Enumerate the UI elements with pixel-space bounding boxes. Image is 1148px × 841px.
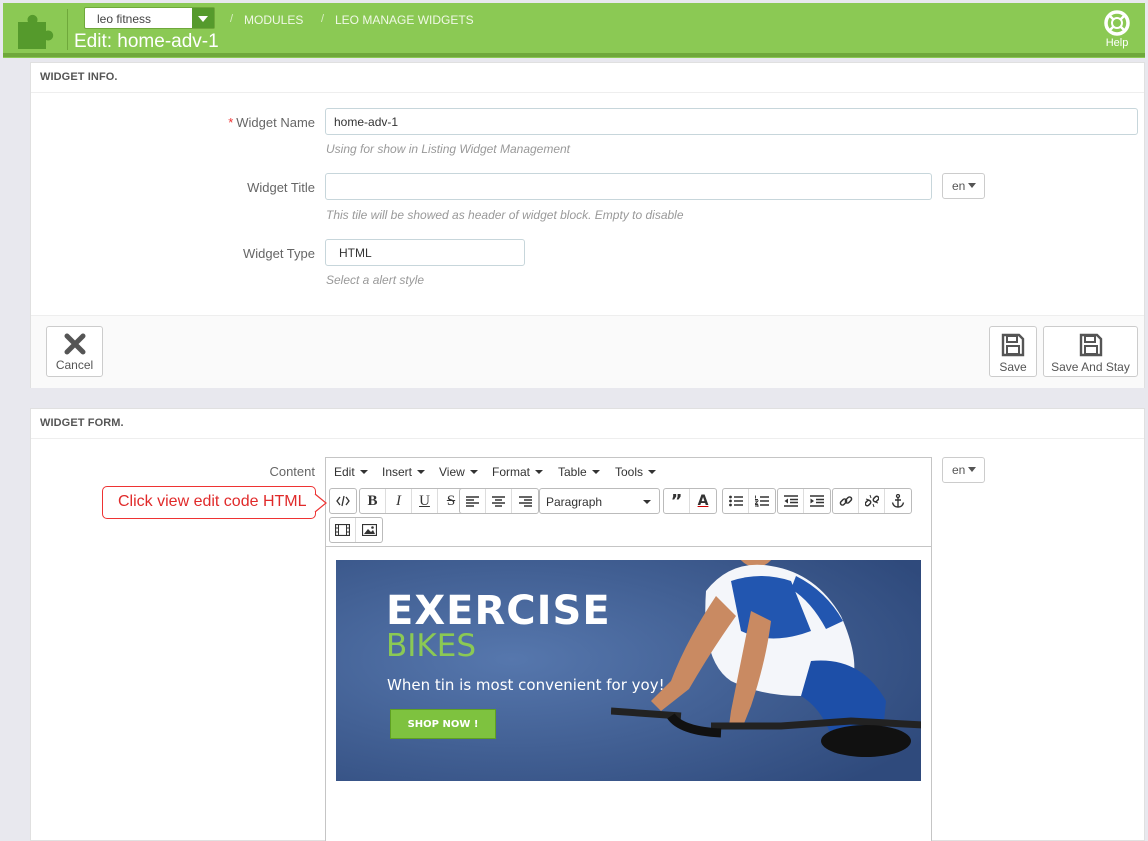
toolbar-group-format: B I U S xyxy=(359,488,465,514)
panel-heading-widget-form: WIDGET FORM. xyxy=(31,409,1144,439)
help-label: Help xyxy=(1105,37,1129,49)
widget-title-language-button[interactable]: en xyxy=(942,173,985,199)
save-button-label: Save xyxy=(999,360,1027,374)
underline-icon[interactable]: U xyxy=(412,489,438,513)
page-title: Edit: home-adv-1 xyxy=(74,31,219,52)
align-center-icon[interactable] xyxy=(486,489,512,513)
indent-icon[interactable] xyxy=(804,489,830,513)
save-and-stay-button[interactable]: Save And Stay xyxy=(1043,326,1138,377)
image-icon[interactable] xyxy=(356,518,382,542)
header-bottom-border xyxy=(3,53,1145,57)
code-icon[interactable] xyxy=(330,489,356,513)
align-left-icon[interactable] xyxy=(460,489,486,513)
save-button[interactable]: Save xyxy=(989,326,1037,377)
help-button[interactable]: Help xyxy=(1099,8,1135,52)
lifebuoy-icon xyxy=(1104,10,1130,36)
top-header: leo fitness / MODULES / LEO MANAGE WIDGE… xyxy=(3,3,1145,58)
widget-info-panel: WIDGET INFO. * Widget Name home-adv-1 Usi… xyxy=(30,62,1145,388)
cancel-button[interactable]: Cancel xyxy=(46,326,103,377)
toolbar-group-lists xyxy=(722,488,776,514)
breadcrumb-manage-widgets[interactable]: LEO MANAGE WIDGETS xyxy=(335,13,474,27)
widget-name-label: * Widget Name xyxy=(228,115,315,130)
panel-footer: Cancel Save Save And Stay xyxy=(31,315,1144,388)
chevron-down-icon xyxy=(198,16,208,22)
breadcrumb-separator: / xyxy=(321,13,325,25)
widget-form-panel: WIDGET FORM. Content en Edit Insert View… xyxy=(30,408,1145,841)
caret-down-icon xyxy=(968,183,977,188)
toolbar-group-media xyxy=(329,517,383,543)
toolbar-group-indent xyxy=(777,488,831,514)
widget-name-input[interactable]: home-adv-1 xyxy=(325,108,1138,135)
save-and-stay-button-label: Save And Stay xyxy=(1051,360,1130,374)
banner-subtitle: BIKES xyxy=(386,628,477,664)
numbered-list-icon[interactable] xyxy=(749,489,775,513)
panel-heading-widget-info: WIDGET INFO. xyxy=(31,63,1144,93)
toolbar-separator xyxy=(326,546,931,547)
widget-title-input[interactable] xyxy=(325,173,932,200)
content-language-button[interactable]: en xyxy=(942,457,985,483)
widget-type-select[interactable]: HTML xyxy=(325,239,525,266)
editor-menubar: Edit Insert View Format Table Tools xyxy=(326,458,931,486)
menu-edit[interactable]: Edit xyxy=(334,465,368,479)
bullet-list-icon[interactable] xyxy=(723,489,749,513)
widget-name-help: Using for show in Listing Widget Managem… xyxy=(326,142,571,156)
text-color-icon[interactable]: A xyxy=(690,489,716,513)
shop-selector[interactable]: leo fitness xyxy=(84,7,215,29)
floppy-disk-icon xyxy=(1079,333,1102,357)
toolbar-group-align xyxy=(459,488,539,514)
outdent-icon[interactable] xyxy=(778,489,804,513)
shop-selector-value: leo fitness xyxy=(97,12,152,26)
block-format-select[interactable]: Paragraph xyxy=(539,488,660,514)
widget-type-label: Widget Type xyxy=(242,246,315,261)
menu-insert[interactable]: Insert xyxy=(382,465,426,479)
floppy-disk-icon xyxy=(1001,333,1025,357)
content-label: Content xyxy=(269,464,315,479)
widget-type-help: Select a alert style xyxy=(326,273,425,287)
callout-arrow-icon xyxy=(314,493,327,513)
banner-image: EXERCISE BIKES When tin is most convenie… xyxy=(336,560,921,781)
required-marker: * xyxy=(228,115,234,130)
unlink-icon[interactable] xyxy=(859,489,885,513)
widget-title-help: This tile will be showed as header of wi… xyxy=(326,208,684,222)
blockquote-icon[interactable]: ” xyxy=(664,489,690,513)
toolbar-group-quote: ” A xyxy=(663,488,717,514)
link-icon[interactable] xyxy=(833,489,859,513)
module-puzzle-icon xyxy=(18,14,54,50)
cancel-button-label: Cancel xyxy=(55,358,94,372)
widget-title-label: Widget Title xyxy=(247,180,315,195)
breadcrumb-modules[interactable]: MODULES xyxy=(244,13,303,27)
bold-icon[interactable]: B xyxy=(360,489,386,513)
caret-down-icon xyxy=(968,467,977,472)
header-divider xyxy=(67,9,68,50)
menu-view[interactable]: View xyxy=(439,465,478,479)
menu-tools[interactable]: Tools xyxy=(615,465,657,479)
banner-shop-now-button[interactable]: SHOP NOW ! xyxy=(390,709,496,739)
annotation-callout: Click view edit code HTML xyxy=(102,486,316,519)
align-right-icon[interactable] xyxy=(512,489,538,513)
shop-selector-toggle[interactable] xyxy=(192,8,214,28)
cyclist-illustration xyxy=(611,560,921,757)
toolbar-group-links xyxy=(832,488,912,514)
anchor-icon[interactable] xyxy=(885,489,911,513)
menu-format[interactable]: Format xyxy=(492,465,544,479)
close-icon xyxy=(64,333,85,355)
breadcrumb-separator: / xyxy=(230,13,234,25)
italic-icon[interactable]: I xyxy=(386,489,412,513)
menu-table[interactable]: Table xyxy=(558,465,600,479)
media-icon[interactable] xyxy=(330,518,356,542)
toolbar-group-code xyxy=(329,488,357,514)
